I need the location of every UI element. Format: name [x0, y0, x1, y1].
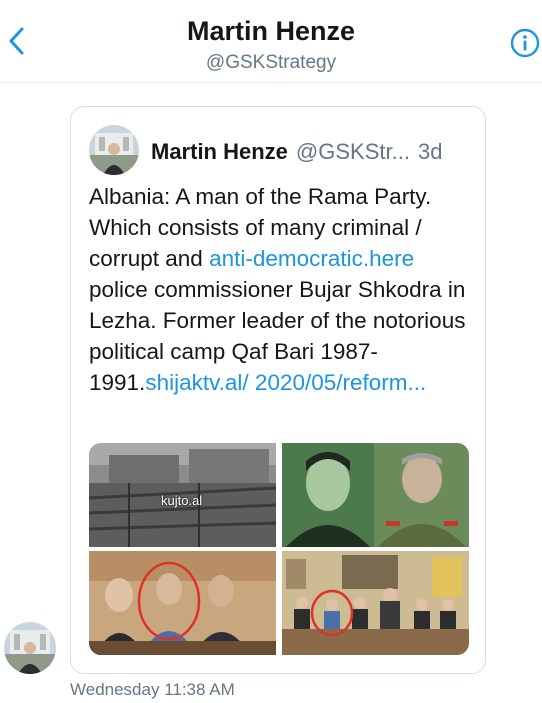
tweet-author-name: Martin Henze [151, 139, 288, 164]
tweet-image-grid: kujto.al [89, 443, 469, 655]
image-watermark: kujto.al [161, 493, 203, 508]
tweet-link-anti-democratic[interactable]: anti-democratic.here [209, 246, 414, 271]
tweet-author-handle: @GSKStr... [295, 139, 410, 164]
conversation-header: Martin Henze @GSKStrategy [0, 0, 542, 83]
tweet-text: Albania: A man of the Rama Party. Which … [89, 181, 473, 398]
tweet-image-meeting-1[interactable] [89, 551, 276, 655]
info-icon[interactable] [510, 28, 540, 58]
tweet-header: Martin Henze @GSKStr... 3d [151, 139, 442, 165]
sender-avatar[interactable] [4, 622, 56, 674]
tweet-image-portraits[interactable] [282, 443, 469, 547]
tweet-time: 3d [417, 139, 443, 164]
shared-tweet-card[interactable]: Martin Henze @GSKStr... 3d Albania: A man … [70, 106, 486, 674]
tweet-image-camp[interactable]: kujto.al [89, 443, 276, 547]
conversation-title: Martin Henze [186, 16, 356, 46]
conversation-handle: @GSKStrategy [205, 52, 337, 73]
tweet-image-meeting-2[interactable] [282, 551, 469, 655]
tweet-link-shijaktv[interactable]: shijaktv.al/ 2020/05/reform... [145, 370, 426, 395]
tweet-author-avatar [89, 125, 139, 175]
message-timestamp: Wednesday 11:38 AM [70, 680, 235, 699]
